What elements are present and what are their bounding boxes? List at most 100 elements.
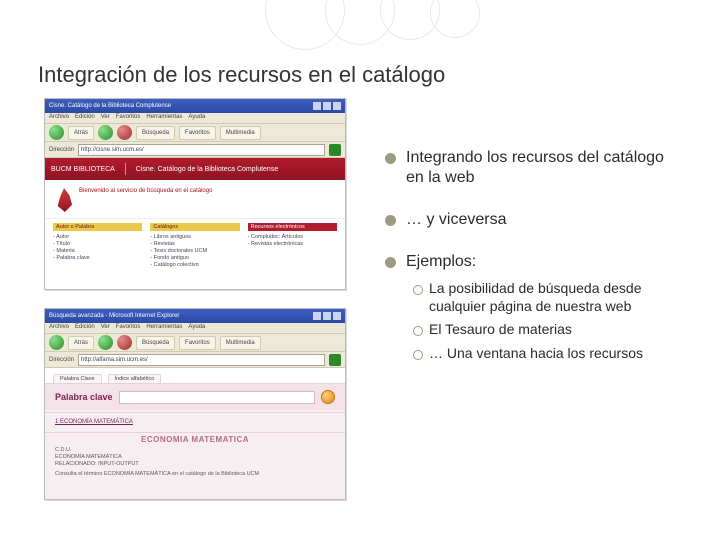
browser-toolbar: Atrás Búsqueda Favoritos Multimedia xyxy=(45,124,345,142)
window-titlebar: Cisne. Catálogo de la Biblioteca Complut… xyxy=(45,99,345,113)
go-icon[interactable] xyxy=(329,144,341,156)
col2-item[interactable]: Fondo antiguo xyxy=(150,255,239,261)
screenshot-1: Cisne. Catálogo de la Biblioteca Complut… xyxy=(44,98,346,290)
window-controls xyxy=(313,312,341,320)
stop-icon[interactable] xyxy=(117,125,132,140)
col1-item[interactable]: Materia xyxy=(53,248,142,254)
bullet-2-text: … y viceversa xyxy=(406,210,684,230)
bullet-1: Integrando los recursos del catálogo en … xyxy=(385,148,684,188)
stop-icon[interactable] xyxy=(117,335,132,350)
address-bar: Dirección http://cisne.sim.ucm.es/ xyxy=(45,142,345,158)
bullet-dot-icon xyxy=(385,257,396,268)
bullet-2: … y viceversa xyxy=(385,210,684,230)
page-body: BUCM BIBLIOTECA Cisne. Catálogo de la Bi… xyxy=(45,158,345,289)
menu-ver[interactable]: Ver xyxy=(101,114,110,122)
menu-herramientas[interactable]: Herramientas xyxy=(146,324,182,332)
address-bar: Dirección http://alfama.sim.ucm.es/ xyxy=(45,352,345,368)
menu-edicion[interactable]: Edición xyxy=(75,324,95,332)
menu-ayuda[interactable]: Ayuda xyxy=(188,114,205,122)
forward-icon[interactable] xyxy=(98,335,113,350)
related-label: RELACIONADO: INPUT-OUTPUT xyxy=(55,461,259,468)
search-button[interactable]: Búsqueda xyxy=(136,336,175,350)
search-tabs: Palabra Clave Índice alfabético xyxy=(45,368,345,384)
menu-favoritos[interactable]: Favoritos xyxy=(116,114,141,122)
menu-herramientas[interactable]: Herramientas xyxy=(146,114,182,122)
screenshot-2: Búsqueda avanzada - Microsoft Internet E… xyxy=(44,308,346,500)
page-body: Palabra Clave Índice alfabético Palabra … xyxy=(45,368,345,499)
menu-favoritos[interactable]: Favoritos xyxy=(116,324,141,332)
col2-item[interactable]: Catálogo colectivo xyxy=(150,262,239,268)
back-icon[interactable] xyxy=(49,125,64,140)
bullet-3-text: Ejemplos: xyxy=(406,252,684,272)
results-list: 1 ECONOMÍA MATEMÁTICA xyxy=(45,415,345,430)
back-icon[interactable] xyxy=(49,335,64,350)
menu-ver[interactable]: Ver xyxy=(101,324,110,332)
col2-item[interactable]: Revistas xyxy=(150,241,239,247)
address-input[interactable]: http://cisne.sim.ucm.es/ xyxy=(78,144,325,156)
site-header-band: BUCM BIBLIOTECA Cisne. Catálogo de la Bi… xyxy=(45,158,345,180)
col-3-head: Recursos electrónicos xyxy=(248,223,337,231)
record-title: ECONOMIA MATEMATICA xyxy=(141,435,249,444)
search-form: Palabra clave xyxy=(45,384,345,410)
address-input[interactable]: http://alfama.sim.ucm.es/ xyxy=(78,354,325,366)
bullet-content: Integrando los recursos del catálogo en … xyxy=(385,148,684,368)
hero-line1: Bienvenido al servicio de búsqueda en el… xyxy=(79,188,212,195)
address-label: Dirección xyxy=(49,147,74,153)
menu-archivo[interactable]: Archivo xyxy=(49,114,69,122)
menu-edicion[interactable]: Edición xyxy=(75,114,95,122)
col-1-head: Autor o Palabra xyxy=(53,223,142,231)
slide-title: Integración de los recursos en el catálo… xyxy=(38,62,445,88)
record-detail: ECONOMIA MATEMATICA C.D.U. ECONOMÍA MATE… xyxy=(55,435,335,479)
cdu-label: C.D.U. xyxy=(55,447,72,453)
window-titlebar: Búsqueda avanzada - Microsoft Internet E… xyxy=(45,309,345,323)
browser-toolbar: Atrás Búsqueda Favoritos Multimedia xyxy=(45,334,345,352)
window-title-text: Búsqueda avanzada - Microsoft Internet E… xyxy=(49,313,179,319)
favorites-button[interactable]: Favoritos xyxy=(179,336,216,350)
col1-item[interactable]: Autor xyxy=(53,234,142,240)
search-button[interactable]: Búsqueda xyxy=(136,126,175,140)
bullet-1-text: Integrando los recursos del catálogo en … xyxy=(406,148,684,188)
bullet-dot-icon xyxy=(385,215,396,226)
keyword-input[interactable] xyxy=(119,391,315,404)
media-button[interactable]: Multimedia xyxy=(220,126,261,140)
address-label: Dirección xyxy=(49,357,74,363)
screenshots-column: Cisne. Catálogo de la Biblioteca Complut… xyxy=(44,98,354,500)
back-button[interactable]: Atrás xyxy=(68,126,94,140)
record-note: Consulta el término ECONOMÍA MATEMÁTICA … xyxy=(55,471,259,478)
result-hit[interactable]: 1 ECONOMÍA MATEMÁTICA xyxy=(55,419,335,425)
window-title-text: Cisne. Catálogo de la Biblioteca Complut… xyxy=(49,103,171,109)
sub-bullets: La posibilidad de búsqueda desde cualqui… xyxy=(413,280,684,362)
tab-keyword[interactable]: Palabra Clave xyxy=(53,374,102,383)
bullet-dot-icon xyxy=(385,153,396,164)
favorites-button[interactable]: Favoritos xyxy=(179,126,216,140)
col1-item[interactable]: Palabra clave xyxy=(53,255,142,261)
col1-item[interactable]: Título xyxy=(53,241,142,247)
site-tagline: Cisne. Catálogo de la Biblioteca Complut… xyxy=(136,166,278,173)
browser-menubar: Archivo Edición Ver Favoritos Herramient… xyxy=(45,113,345,124)
media-button[interactable]: Multimedia xyxy=(220,336,261,350)
go-icon[interactable] xyxy=(329,354,341,366)
menu-ayuda[interactable]: Ayuda xyxy=(188,324,205,332)
bullet-3: Ejemplos: xyxy=(385,252,684,272)
col2-item[interactable]: Libros antiguos xyxy=(150,234,239,240)
back-button[interactable]: Atrás xyxy=(68,336,94,350)
col2-item[interactable]: Tesis doctorales UCM xyxy=(150,248,239,254)
window-controls xyxy=(313,102,341,110)
menu-archivo[interactable]: Archivo xyxy=(49,324,69,332)
search-go-icon[interactable] xyxy=(321,390,335,404)
forward-icon[interactable] xyxy=(98,125,113,140)
col3-item[interactable]: Compludoc: Artículos xyxy=(248,234,337,240)
col-2: Catálogos Libros antiguos Revistas Tesis… xyxy=(150,223,239,269)
tab-index[interactable]: Índice alfabético xyxy=(108,374,162,383)
catalog-columns: Autor o Palabra Autor Título Materia Pal… xyxy=(45,219,345,275)
col-1: Autor o Palabra Autor Título Materia Pal… xyxy=(53,223,142,269)
col-3: Recursos electrónicos Compludoc: Artícul… xyxy=(248,223,337,269)
browser-menubar: Archivo Edición Ver Favoritos Herramient… xyxy=(45,323,345,334)
sub-bullet-3: … Una ventana hacia los recursos xyxy=(413,345,684,363)
decorative-circles xyxy=(235,0,485,60)
hero-section: Bienvenido al servicio de búsqueda en el… xyxy=(45,180,345,219)
col3-item[interactable]: Revistas electrónicas xyxy=(248,241,337,247)
site-brand: BUCM BIBLIOTECA xyxy=(51,166,115,173)
col-2-head: Catálogos xyxy=(150,223,239,231)
keyword-label: Palabra clave xyxy=(55,392,113,402)
